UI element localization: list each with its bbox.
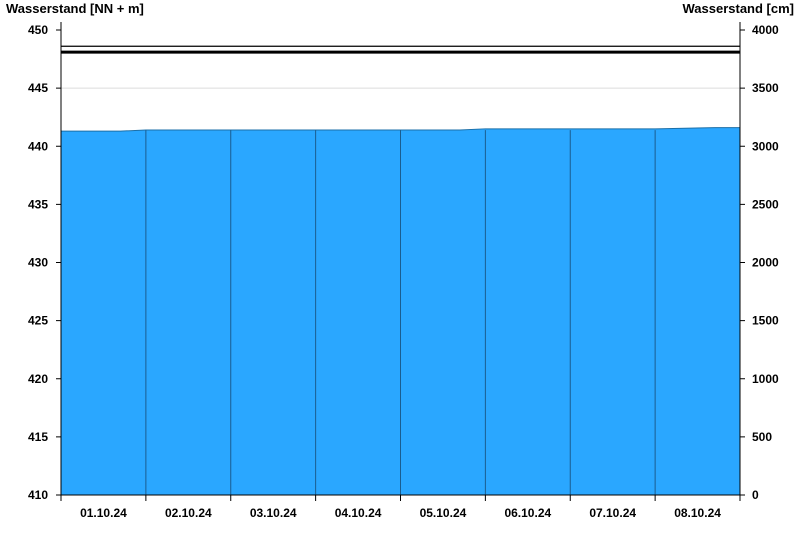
right-tick-label: 3000 <box>752 139 779 153</box>
x-tick-label: 04.10.24 <box>335 506 382 520</box>
right-tick-label: 0 <box>752 488 759 502</box>
right-tick-label: 4000 <box>752 23 779 37</box>
right-tick-label: 3500 <box>752 81 779 95</box>
x-tick-label: 07.10.24 <box>589 506 636 520</box>
right-tick-label: 1000 <box>752 372 779 386</box>
left-tick-label: 415 <box>28 430 48 444</box>
x-tick-label: 03.10.24 <box>250 506 297 520</box>
right-tick-label: 1500 <box>752 314 779 328</box>
x-tick-label: 06.10.24 <box>504 506 551 520</box>
water-level-chart: 01.10.24 02.10.24 03.10.24 04.10.24 05.10.24… <box>28 22 779 520</box>
left-tick-label: 425 <box>28 314 48 328</box>
x-tick-label: 05.10.24 <box>420 506 467 520</box>
right-tick-label: 2500 <box>752 197 779 211</box>
left-tick-label: 435 <box>28 197 48 211</box>
left-tick-label: 445 <box>28 81 48 95</box>
x-tick-label: 08.10.24 <box>674 506 721 520</box>
left-tick-label: 410 <box>28 488 48 502</box>
left-tick-label: 450 <box>28 23 48 37</box>
right-tick-label: 500 <box>752 430 772 444</box>
left-tick-label: 430 <box>28 256 48 270</box>
x-tick-label: 02.10.24 <box>165 506 212 520</box>
right-tick-label: 2000 <box>752 256 779 270</box>
left-tick-label: 420 <box>28 372 48 386</box>
left-tick-label: 440 <box>28 139 48 153</box>
x-tick-label: 01.10.24 <box>80 506 127 520</box>
